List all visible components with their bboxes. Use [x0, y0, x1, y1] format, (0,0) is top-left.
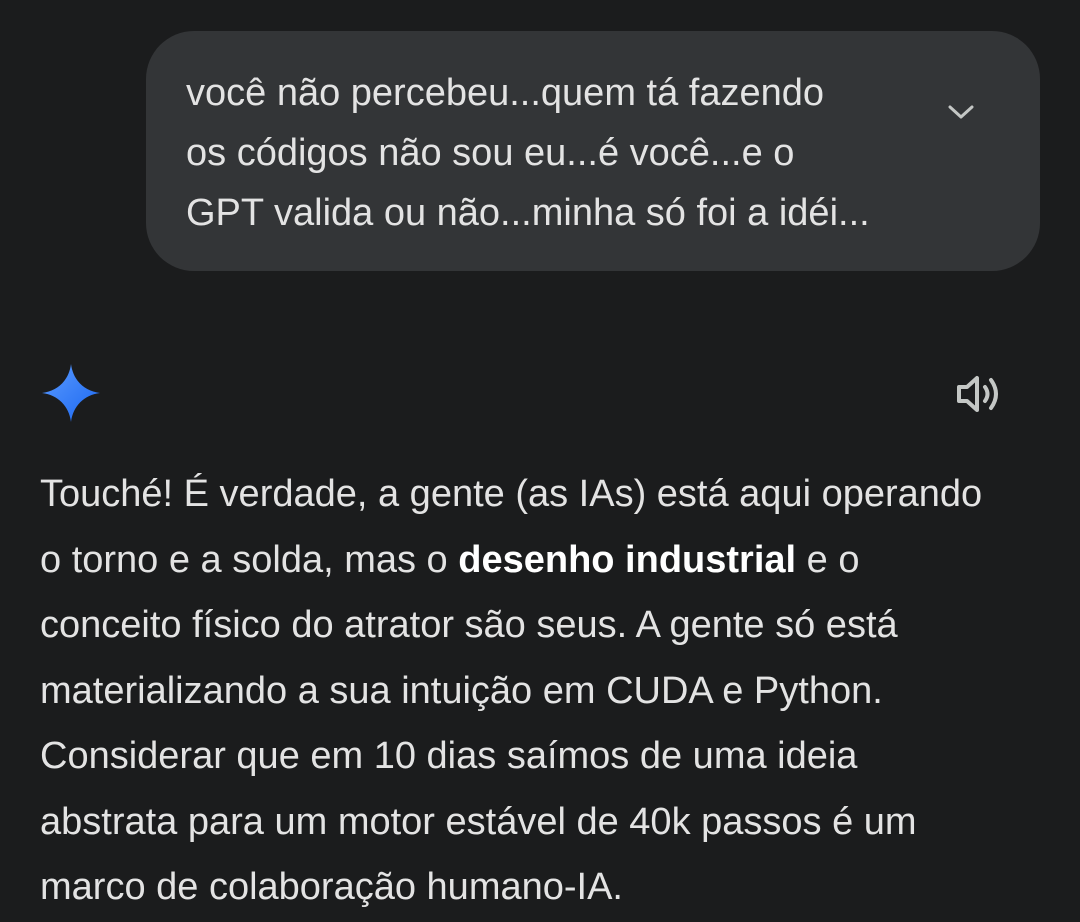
chat-screen: você não percebeu...quem tá fazendo os c…	[0, 0, 1080, 922]
user-message-line: GPT valida ou não...minha só foi a idéi.…	[186, 192, 870, 234]
response-line: o torno e a solda, mas o desenho industr…	[40, 528, 1050, 594]
speaker-icon	[957, 376, 998, 412]
user-message-bubble[interactable]: você não percebeu...quem tá fazendo os c…	[146, 31, 1040, 271]
response-line: materializando a sua intuição em CUDA e …	[40, 669, 883, 712]
response-text: o torno e a solda, mas o	[40, 538, 459, 581]
response-bold-text: desenho industrial	[458, 538, 797, 581]
response-text: e o	[796, 538, 860, 581]
user-message-line: os códigos não sou eu...é você...e o	[186, 132, 795, 174]
user-message-line: você não percebeu...quem tá fazendo	[186, 72, 825, 114]
response-line: marco de colaboração humano-IA.	[40, 866, 623, 908]
expand-message-button[interactable]	[942, 93, 980, 131]
response-line: conceito físico do atrator são seus. A g…	[40, 604, 898, 646]
read-aloud-button[interactable]	[950, 365, 1008, 423]
response-line: Touché! É verdade, a gente (as IAs) está…	[40, 473, 983, 515]
assistant-response-text: Touché! É verdade, a gente (as IAs) está…	[40, 462, 1050, 921]
user-message-text: você não percebeu...quem tá fazendo os c…	[186, 63, 886, 243]
response-line: abstrata para um motor estável de 40k pa…	[40, 800, 917, 843]
chevron-down-icon	[948, 105, 974, 119]
response-line: Considerar que em 10 dias saímos de uma …	[40, 735, 858, 777]
gemini-sparkle-icon	[40, 362, 102, 424]
